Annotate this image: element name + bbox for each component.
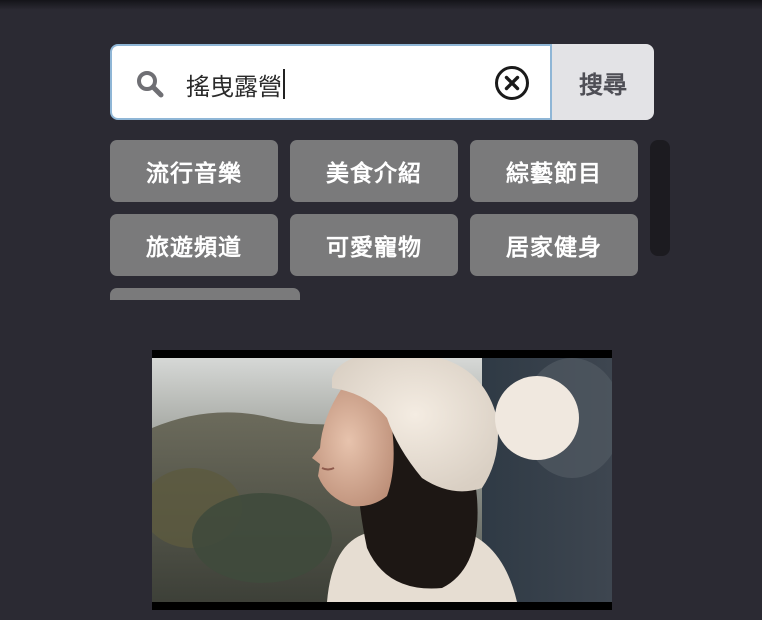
video-thumbnail-image	[152, 358, 612, 602]
top-edge-shadow	[0, 0, 762, 10]
category-chip-partial[interactable]	[110, 288, 300, 300]
clear-search-icon[interactable]	[494, 65, 530, 101]
search-icon	[137, 71, 164, 98]
category-chip-pets[interactable]: 可愛寵物	[290, 214, 458, 276]
video-preview[interactable]	[152, 350, 612, 610]
search-input-value: 搖曳露營	[186, 72, 282, 101]
search-field[interactable]: 搖曳露營	[110, 44, 552, 120]
search-input[interactable]: 搖曳露營	[186, 66, 486, 102]
category-chip-travel[interactable]: 旅遊頻道	[110, 214, 278, 276]
category-chip-pop-music[interactable]: 流行音樂	[110, 140, 278, 202]
search-button[interactable]: 搜尋	[552, 44, 654, 120]
category-scrollbar-thumb[interactable]	[650, 140, 670, 256]
search-bar: 搖曳露營 搜尋	[110, 44, 654, 120]
category-grid: 流行音樂 美食介紹 綜藝節目 旅遊頻道 可愛寵物 居家健身	[110, 140, 670, 300]
category-chip-food[interactable]: 美食介紹	[290, 140, 458, 202]
category-chip-home-fitness[interactable]: 居家健身	[470, 214, 638, 276]
category-chip-variety-show[interactable]: 綜藝節目	[470, 140, 638, 202]
text-caret	[283, 69, 285, 99]
